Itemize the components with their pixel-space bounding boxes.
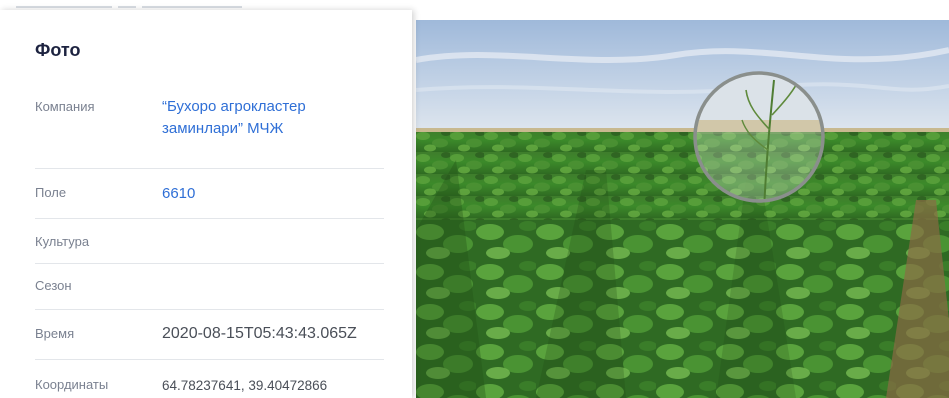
info-row-coordinates: Координаты 64.78237641, 39.40472866 (35, 360, 384, 398)
field-photo (416, 20, 949, 398)
info-row-time: Время 2020-08-15T05:43:43.065Z (35, 310, 384, 360)
info-row-field: Поле 6610 (35, 169, 384, 219)
field-label: Поле (35, 185, 67, 200)
info-table: Компания “Бухоро агрокластер заминлари” … (35, 90, 384, 398)
field-link[interactable]: 6610 (162, 183, 195, 205)
info-row-season: Сезон (35, 264, 384, 310)
company-label: Компания (35, 99, 95, 114)
coordinates-value: 64.78237641, 39.40472866 (162, 378, 328, 393)
company-link[interactable]: “Бухоро агрокластер заминлари” МЧЖ (162, 96, 372, 140)
panel-title: Фото (35, 40, 81, 60)
time-value: 2020-08-15T05:43:43.065Z (162, 325, 357, 342)
photo-info-panel: Фото Компания “Бухоро агрокластер заминл… (0, 10, 412, 398)
info-row-company: Компания “Бухоро агрокластер заминлари” … (35, 90, 384, 169)
time-label: Время (35, 326, 75, 341)
crop-label: Культура (35, 234, 90, 249)
field-photo-image (416, 20, 949, 398)
coordinates-label: Координаты (35, 377, 109, 392)
season-label: Сезон (35, 278, 72, 293)
info-row-crop: Культура (35, 219, 384, 264)
